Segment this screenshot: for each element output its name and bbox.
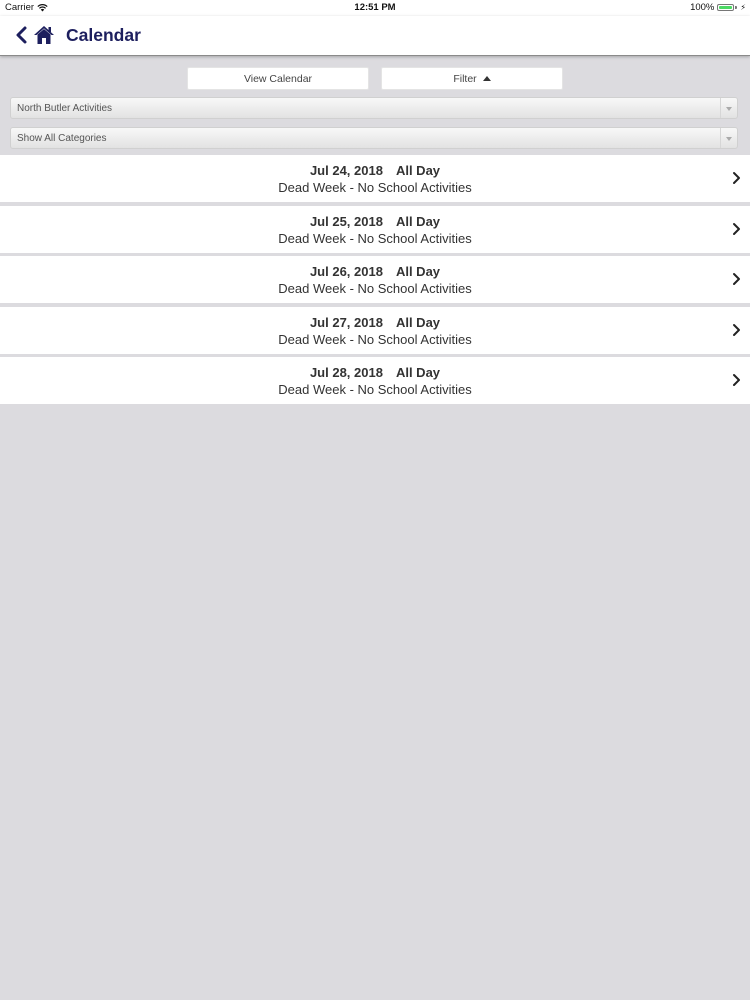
home-icon [34,26,54,44]
event-date: Jul 26, 2018 [309,264,383,279]
event-list: Jul 24, 2018 All Day Dead Week - No Schoo… [0,155,750,408]
event-row[interactable]: Jul 26, 2018 All Day Dead Week - No Schoo… [0,256,750,303]
event-datetime: Jul 26, 2018 All Day [0,264,750,279]
event-row[interactable]: Jul 28, 2018 All Day Dead Week - No Schoo… [0,357,750,404]
page-title: Calendar [66,25,141,45]
event-title: Dead Week - No School Activities [278,382,472,397]
chevron-right-icon [733,172,740,184]
category-select[interactable]: Show All Categories [10,127,738,149]
dropdown-arrow-icon [720,128,737,148]
chevron-right-icon [733,323,740,336]
battery-fill [719,6,733,9]
charging-icon: ⚡ [740,3,746,12]
category-select-value: Show All Categories [17,133,107,144]
battery-cap [735,6,738,9]
status-time: 12:51 PM [354,2,396,13]
organization-select-value: North Butler Activities [17,103,113,114]
event-row[interactable]: Jul 24, 2018 All Day Dead Week - No Schoo… [0,155,750,202]
filter-button[interactable]: Filter [381,67,563,90]
status-right: 100% ⚡ [690,2,746,13]
event-datetime: Jul 24, 2018 All Day [0,163,750,178]
view-calendar-button[interactable]: View Calendar [187,67,369,90]
chevron-right-icon [733,374,740,386]
event-datetime: Jul 28, 2018 All Day [0,365,750,380]
event-row[interactable]: Jul 25, 2018 All Day Dead Week - No Schoo… [0,205,750,253]
event-time: All Day [395,163,441,178]
event-time: All Day [395,365,441,380]
event-datetime: Jul 27, 2018 All Day [0,315,750,330]
filter-label: Filter [453,72,477,85]
event-title: Dead Week - No School Activities [278,331,472,347]
event-datetime: Jul 25, 2018 All Day [0,214,750,229]
back-button[interactable] [14,24,32,46]
event-time: All Day [395,264,441,279]
nav-bar: Calendar [0,16,750,56]
status-bar: Carrier 12:51 PM 100% ⚡ [0,0,750,16]
dropdown-arrow-icon [720,98,737,118]
event-date: Jul 27, 2018 [309,314,383,330]
event-title: Dead Week - No School Activities [278,281,472,296]
battery-percent: 100% [690,2,715,13]
event-row[interactable]: Jul 27, 2018 All Day Dead Week - No Schoo… [0,306,750,354]
event-date: Jul 25, 2018 [309,213,383,229]
event-time: All Day [395,314,441,330]
event-date: Jul 28, 2018 [309,365,383,380]
home-button[interactable] [33,25,55,45]
event-time: All Day [395,213,441,229]
battery-icon [717,4,735,11]
event-title: Dead Week - No School Activities [278,180,472,195]
chevron-right-icon [733,222,740,235]
organization-select[interactable]: North Butler Activities [10,97,738,119]
chevron-right-icon [733,273,740,285]
event-title: Dead Week - No School Activities [278,230,472,246]
caret-up-icon [482,76,491,81]
chevron-left-icon [16,26,27,44]
view-calendar-label: View Calendar [243,72,313,85]
event-date: Jul 24, 2018 [309,163,383,178]
